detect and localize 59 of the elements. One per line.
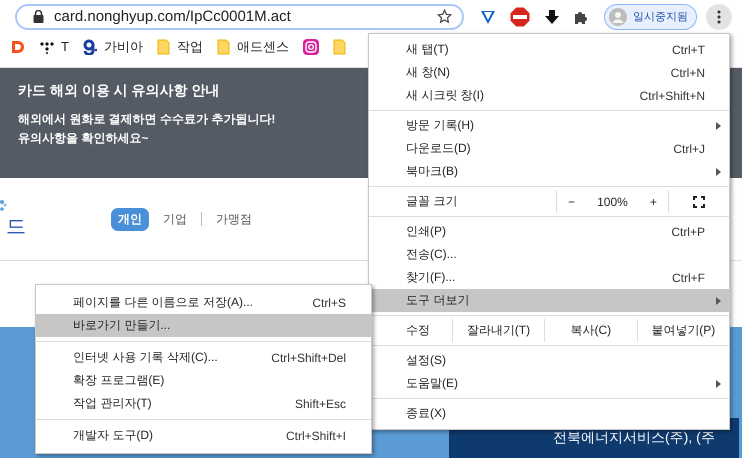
menu-item[interactable]: 방문 기록(H) (369, 114, 729, 137)
camera-icon (302, 38, 319, 54)
profile-button[interactable]: 일시중지됨 (604, 4, 697, 30)
menu-item[interactable]: 전송(C)... (369, 243, 729, 266)
bookmark[interactable]: 가비아 (82, 38, 143, 56)
bookmark[interactable]: 애드센스 (216, 38, 289, 56)
edit-label: 수정 (405, 322, 431, 339)
url-text: card.nonghyup.com/IpCc0001M.act (54, 8, 292, 25)
lock-icon (33, 10, 44, 23)
download-arrow-icon[interactable] (544, 8, 560, 24)
edit-button[interactable]: 붙여넣기(P) (636, 319, 729, 342)
site-tab[interactable]: 기업 (157, 208, 193, 230)
menu-item[interactable]: 북마크(B) (369, 160, 729, 183)
banner-title: 카드 해외 이용 시 유의사항 안내 (18, 82, 220, 100)
menu-item[interactable]: 새 창(N) Ctrl+N (369, 61, 729, 84)
star-icon[interactable] (437, 9, 452, 24)
zoom-in-button[interactable]: + (650, 194, 657, 208)
bookmark[interactable]: 작업 (156, 38, 203, 56)
banner-text: 해외에서 원화로 결제하면 수수료가 추가됩니다! (18, 111, 276, 128)
menu-item[interactable]: 인쇄(P) Ctrl+P (369, 220, 729, 243)
menu-item[interactable]: 종료(X) (369, 402, 729, 425)
menu-item[interactable]: 인터넷 사용 기록 삭제(C)... Ctrl+Shift+Del (36, 346, 371, 369)
menu-item[interactable]: 작업 관리자(T) Shift+Esc (36, 392, 371, 415)
menu-item[interactable]: 도구 더보기 (369, 289, 729, 312)
folder-icon (332, 38, 346, 54)
hook-logo-icon (82, 38, 97, 54)
zoom-out-button[interactable]: − (568, 194, 576, 208)
menu-item[interactable]: 페이지를 다른 이름으로 저장(A)... Ctrl+S (36, 291, 371, 314)
menu-item[interactable]: 설정(S) (369, 349, 729, 372)
banner-text: 유의사항을 확인하세요~ (18, 130, 148, 147)
site-tab[interactable]: 가맹점 (210, 208, 258, 230)
folder-icon (216, 38, 230, 54)
address-bar[interactable]: card.nonghyup.com/IpCc0001M.act (15, 4, 464, 30)
menu-item[interactable]: 도움말(E) (369, 372, 729, 395)
logo-text: 드 (6, 214, 26, 240)
edit-button[interactable]: 복사(C) (544, 319, 637, 342)
fullscreen-icon[interactable] (693, 196, 705, 208)
menu-item[interactable]: 새 시크릿 창(I) Ctrl+Shift+N (369, 84, 729, 107)
menu-item[interactable]: 새 탭(T) Ctrl+T (369, 38, 729, 61)
menu-item[interactable]: 개발자 도구(D) Ctrl+Shift+I (36, 424, 371, 447)
menu-item[interactable]: 다운로드(D) Ctrl+J (369, 137, 729, 160)
menu-button[interactable] (706, 4, 732, 30)
adblock-icon[interactable] (509, 6, 531, 28)
flower-icon (0, 198, 8, 212)
folder-icon (156, 38, 170, 54)
more-icon (717, 10, 721, 24)
avatar-icon (609, 8, 627, 26)
menu-item[interactable]: 확장 프로그램(E) (36, 369, 371, 392)
menu-item[interactable]: 바로가기 만들기... (36, 314, 371, 337)
edit-button[interactable]: 잘라내기(T) (452, 319, 544, 342)
bookmark[interactable] (10, 38, 26, 54)
zoom-label: 글꼴 크기 (405, 193, 458, 210)
dots-icon (40, 40, 54, 54)
zoom-value: 100% (597, 194, 628, 208)
app-logo-icon (10, 38, 26, 54)
company-text: 전북에너지서비스(주), (주 (553, 429, 715, 445)
bookmark[interactable] (302, 38, 319, 54)
bookmark[interactable]: T (40, 39, 69, 54)
menu-item[interactable]: 찾기(F)... Ctrl+F (369, 266, 729, 289)
